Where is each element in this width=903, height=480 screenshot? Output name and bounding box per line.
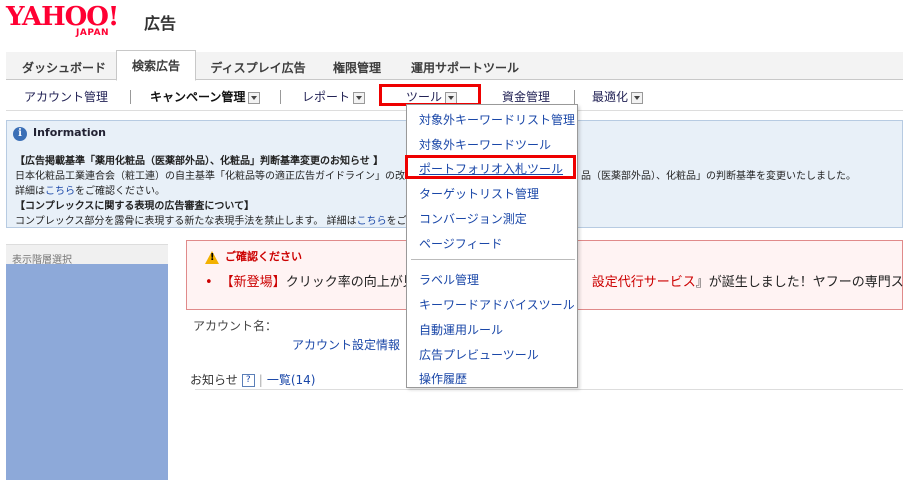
tab-display-ads[interactable]: ディスプレイ広告 (202, 56, 314, 80)
tab-search-ads[interactable]: 検索広告 (116, 50, 196, 81)
account-settings-link[interactable]: アカウント設定情報 (292, 336, 400, 353)
news-header: お知らせ? | 一覧(14) (190, 373, 316, 387)
info-details-link-2[interactable]: こちら (357, 216, 387, 227)
news-list-link[interactable]: 一覧(14) (267, 373, 316, 387)
yahoo-ads-logo[interactable]: YAHOO! JAPAN 広告 (6, 4, 176, 42)
menu-item-conversion-tracking[interactable]: コンバージョン測定 (419, 210, 527, 227)
chevron-down-icon (631, 91, 644, 104)
divider (195, 389, 903, 390)
tab-dashboard[interactable]: ダッシュボード (14, 56, 114, 80)
chevron-down-icon (248, 91, 261, 104)
nav-separator (574, 90, 575, 104)
logo-brand: YAHOO! (6, 2, 119, 32)
info-icon: i (13, 127, 27, 141)
menu-item-page-feed[interactable]: ページフィード (419, 235, 503, 252)
nav-report[interactable]: レポート (302, 87, 366, 107)
nav-account-management[interactable]: アカウント管理 (24, 87, 108, 107)
hierarchy-tree-panel[interactable] (6, 264, 168, 480)
hierarchy-select-label: 表示階層選択 (6, 244, 168, 266)
information-header: i Information (13, 126, 106, 141)
menu-divider (411, 259, 575, 260)
info-headline-2: 【コンプレックスに関する表現の広告審査について】 (15, 201, 255, 212)
main-tabs: ダッシュボード 検索広告 ディスプレイ広告 権限管理 運用サポートツール (6, 50, 903, 81)
logo-product: 広告 (144, 14, 177, 33)
tools-dropdown-menu: 対象外キーワードリスト管理 対象外キーワードツール ポートフォリオ入札ツール タ… (406, 104, 578, 388)
notice-title: ご確認ください (205, 248, 302, 264)
highlight-portfolio-bid-tool (405, 155, 576, 179)
info-headline-1: 【広告掲載基準「薬用化粧品（医薬部外品）、化粧品」判断基準変更のお知らせ 】 (15, 156, 384, 167)
highlight-tools (379, 84, 481, 106)
menu-item-auto-rules[interactable]: 自動運用ルール (419, 321, 503, 338)
info-text-1a: 日本化粧品工業連合会（粧工連）の自主基準「化粧品等の適正広告ガイドライン」の改 (15, 171, 405, 182)
menu-item-operation-history[interactable]: 操作履歴 (419, 370, 467, 387)
info-text-1b: 品（医薬部外品）、化粧品」の判断基準を変更いたしました。 (581, 171, 856, 182)
menu-item-ad-preview-tool[interactable]: 広告プレビューツール (419, 346, 539, 363)
info-text-3: コンプレックス部分を露骨に表現する新たな表現手法を禁止します。 詳細はこちらをご (15, 216, 407, 227)
nav-separator (130, 90, 131, 104)
account-name-label: アカウント名： (193, 319, 278, 333)
menu-item-negative-keyword-list[interactable]: 対象外キーワードリスト管理 (419, 111, 575, 128)
help-icon[interactable]: ? (241, 374, 255, 387)
menu-item-target-list[interactable]: ターゲットリスト管理 (419, 185, 539, 202)
nav-optimization[interactable]: 最適化 (592, 87, 644, 107)
nav-campaign-management[interactable]: キャンペーン管理 (150, 87, 261, 107)
logo-japan: JAPAN (76, 28, 110, 38)
warning-icon (205, 250, 219, 264)
tab-permissions[interactable]: 権限管理 (322, 56, 392, 80)
nav-separator (280, 90, 281, 104)
tab-support-tools[interactable]: 運用サポートツール (400, 56, 530, 80)
menu-item-label-management[interactable]: ラベル管理 (419, 271, 479, 288)
menu-item-keyword-advice-tool[interactable]: キーワードアドバイスツール (419, 296, 575, 313)
chevron-down-icon (353, 91, 366, 104)
info-details-link[interactable]: こちら (45, 186, 75, 197)
menu-item-negative-keyword-tool[interactable]: 対象外キーワードツール (419, 136, 551, 153)
info-text-2: 詳細はこちらをご確認ください。 (15, 186, 165, 197)
